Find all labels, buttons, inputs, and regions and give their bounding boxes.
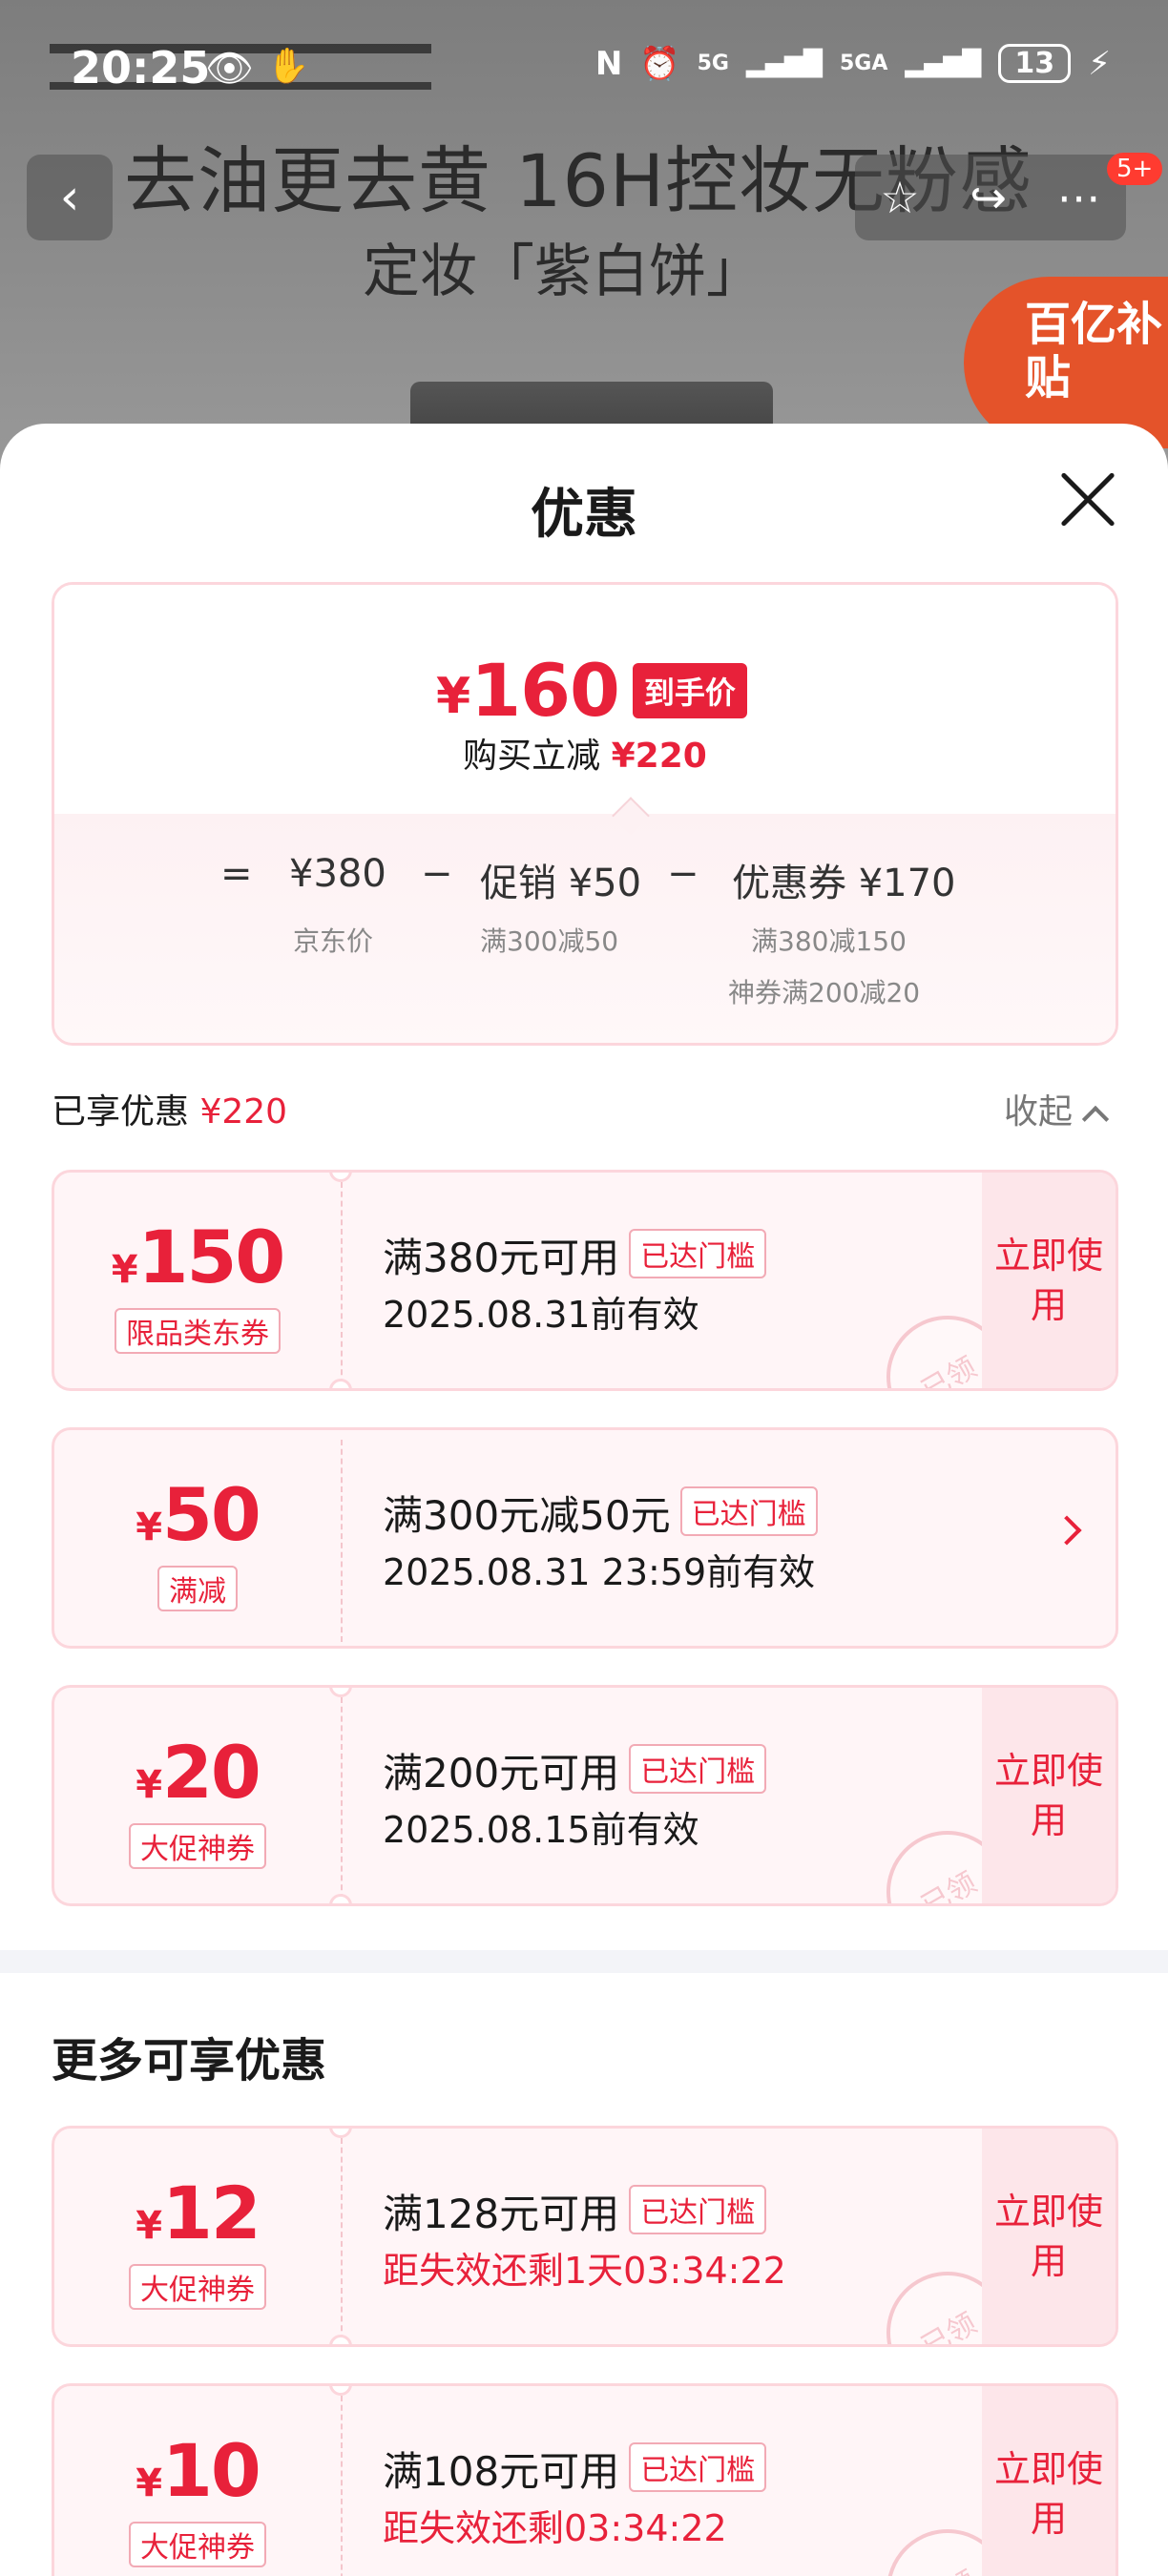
formula-jd-price-label: 京东价: [293, 925, 374, 957]
instant-cut-label: 购买立减: [463, 737, 601, 776]
coupon-amount: ¥50: [136, 1472, 261, 1557]
signal-bars-icon: ▂▄▆█: [746, 49, 823, 78]
discount-sheet: 优惠 ¥ 160 到手价 购买立减 ¥220 = ¥380 京东价 − 促销 ¥…: [0, 424, 1168, 2576]
formula-coupon: 优惠券 ¥170: [732, 862, 956, 905]
enjoyed-value: ¥220: [199, 1092, 288, 1132]
message-count-badge: 5+: [1107, 153, 1163, 185]
enjoyed-discount: 已享优惠 ¥220: [52, 1084, 287, 1133]
threshold-badge: 已达门槛: [679, 1486, 818, 1536]
hand-icon: ✋: [266, 47, 310, 86]
coupon-condition: 满380元可用 已达门槛: [383, 1226, 767, 1284]
coupon-type: 大促神券: [129, 1823, 266, 1869]
section-divider: [0, 1950, 1168, 1973]
star-icon[interactable]: ☆: [880, 172, 919, 223]
status-bar: 20:25 👁 ✋ N ⏰ 5G ▂▄▆█ 5GA ▂▄▆█ 13 ⚡: [0, 0, 1168, 134]
more-discounts-title: 更多可享优惠: [52, 2034, 327, 2088]
formula-coupon-detail-2: 神券满200减20: [728, 977, 921, 1008]
charging-icon: ⚡: [1088, 44, 1111, 83]
coupon-validity: 2025.08.15前有效: [383, 1809, 699, 1851]
sheet-title: 优惠: [531, 484, 637, 546]
signal-bars-icon-2: ▂▄▆█: [905, 49, 982, 78]
coupon-type: 大促神券: [129, 2522, 266, 2567]
coupon-amount: ¥20: [136, 1730, 261, 1815]
chevron-left-icon: ‹: [59, 169, 80, 226]
product-page-background: 去油更去黄 16H控妆无粉感 定妆「紫白饼」 20:25 👁 ✋ N ⏰ 5G …: [0, 0, 1168, 496]
coupon-countdown: 距失效还剩1天03:34:22: [383, 2250, 786, 2292]
nav-actions: ☆ ↪ ⋯: [855, 155, 1126, 240]
coupon-card: ¥150 限品类东券 满380元可用 已达门槛 2025.08.31前有效 已领 …: [52, 1170, 1118, 1391]
formula-jd-price: ¥380: [289, 852, 386, 896]
coupon-validity: 2025.08.31前有效: [383, 1294, 699, 1336]
use-now-button[interactable]: 立即使用: [982, 2386, 1116, 2576]
signal-5ga: 5GA: [839, 52, 888, 75]
coupon-validity: 2025.08.31 23:59前有效: [383, 1551, 816, 1593]
final-price-value: 160: [470, 648, 620, 733]
status-time: 20:25: [71, 42, 211, 93]
price-summary-card: ¥ 160 到手价 购买立减 ¥220 = ¥380 京东价 − 促销 ¥50 …: [52, 582, 1118, 1046]
threshold-badge: 已达门槛: [629, 2442, 767, 2492]
chevron-right-icon[interactable]: [1052, 1515, 1082, 1546]
battery-indicator: 13: [998, 44, 1072, 83]
collapse-button[interactable]: 收起: [1004, 1084, 1110, 1133]
coupon-condition: 满300元减50元 已达门槛: [383, 1484, 818, 1542]
formula-minus-1: −: [421, 852, 453, 896]
coupon-type: 大促神券: [129, 2264, 266, 2310]
coupon-amount: ¥150: [111, 1215, 285, 1299]
coupon-condition: 满108元可用 已达门槛: [383, 2440, 767, 2498]
coupon-card: ¥12 大促神券 满128元可用 已达门槛 距失效还剩1天03:34:22 已领 …: [52, 2126, 1118, 2347]
currency-symbol: ¥: [436, 667, 471, 725]
price-tag: 到手价: [632, 662, 747, 718]
nfc-icon: N: [594, 44, 623, 83]
status-right-icons: N ⏰ 5G ▂▄▆█ 5GA ▂▄▆█ 13 ⚡: [595, 44, 1111, 83]
formula-promo: 促销 ¥50: [480, 862, 642, 905]
alarm-icon: ⏰: [639, 44, 680, 83]
use-now-button[interactable]: 立即使用: [982, 1173, 1116, 1388]
enjoyed-label: 已享优惠: [52, 1092, 190, 1132]
chevron-up-icon: [1081, 1105, 1110, 1133]
eye-icon: 👁: [205, 47, 254, 91]
collapse-label: 收起: [1004, 1092, 1074, 1132]
coupon-amount: ¥10: [136, 2428, 261, 2513]
use-now-button[interactable]: 立即使用: [982, 2129, 1116, 2344]
threshold-badge: 已达门槛: [629, 1744, 767, 1794]
coupon-countdown: 距失效还剩03:34:22: [383, 2507, 727, 2549]
subsidy-badge: 百亿补贴: [964, 277, 1168, 448]
banner-subtitle: 定妆「紫白饼」: [363, 239, 763, 305]
formula-promo-detail: 满300减50: [480, 925, 619, 957]
coupon-amount: ¥12: [136, 2171, 261, 2255]
back-button[interactable]: ‹: [27, 155, 113, 240]
share-icon[interactable]: ↪: [970, 172, 1007, 223]
more-icon[interactable]: ⋯: [1057, 172, 1101, 223]
threshold-badge: 已达门槛: [629, 1229, 767, 1278]
use-now-button[interactable]: 立即使用: [982, 1688, 1116, 1903]
coupon-card[interactable]: ¥50 满减 满300元减50元 已达门槛 2025.08.31 23:59前有效: [52, 1427, 1118, 1649]
coupon-card: ¥10 大促神券 满108元可用已达门槛 距失效还剩03:34:22 已领 立即…: [52, 2383, 1118, 2576]
formula-minus-2: −: [667, 852, 699, 896]
coupon-type: 满减: [157, 1566, 238, 1611]
coupon-condition: 满128元可用 已达门槛: [383, 2182, 767, 2240]
coupon-type: 限品类东券: [115, 1308, 281, 1354]
coupon-condition: 满200元可用 已达门槛: [383, 1741, 767, 1799]
signal-5g: 5G: [697, 52, 729, 75]
status-left-icons: 👁 ✋: [205, 46, 310, 91]
instant-cut-value: ¥220: [611, 737, 707, 776]
close-icon[interactable]: [1057, 469, 1118, 530]
instant-cut: 购买立减 ¥220: [54, 728, 1116, 778]
formula-coupon-detail-1: 满380减150: [751, 925, 907, 957]
final-price: ¥ 160 到手价: [436, 648, 747, 733]
coupon-card: ¥20 大促神券 满200元可用 已达门槛 2025.08.15前有效 已领 立即…: [52, 1685, 1118, 1906]
threshold-badge: 已达门槛: [629, 2185, 767, 2234]
formula-equals: =: [220, 852, 253, 896]
